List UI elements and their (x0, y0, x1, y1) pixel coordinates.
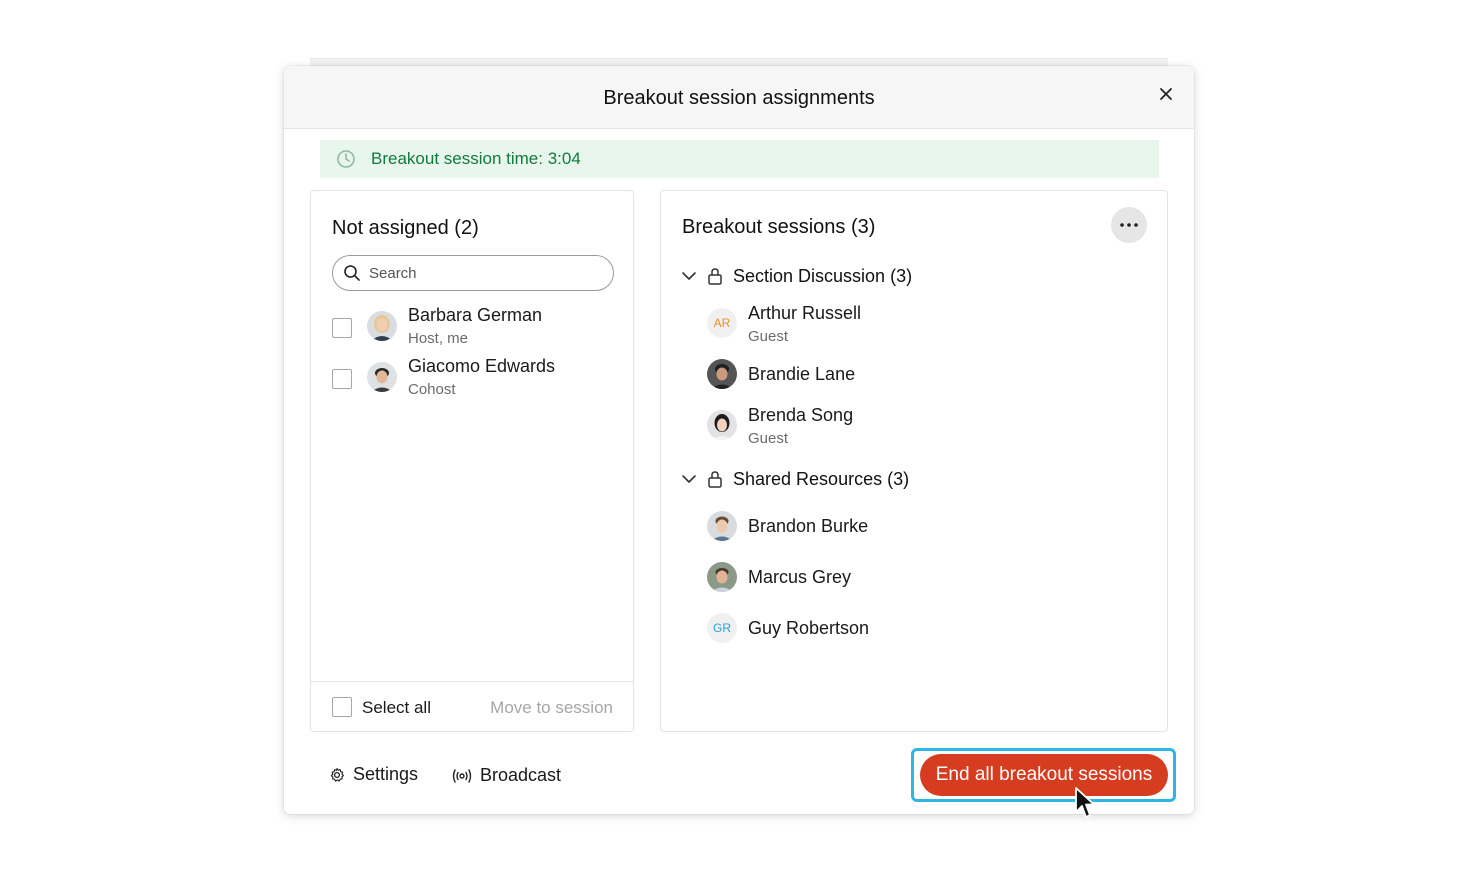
avatar: AR (707, 308, 737, 338)
settings-button[interactable]: Settings (329, 764, 418, 785)
close-icon (1160, 88, 1172, 100)
avatar-initials: GR (707, 613, 737, 643)
person-checkbox[interactable] (332, 318, 352, 338)
breakout-sessions-heading: Breakout sessions (3) (682, 216, 876, 238)
avatar (707, 410, 737, 440)
more-options-button[interactable] (1111, 207, 1147, 243)
member-name: Brandie Lane (748, 364, 856, 384)
member-name: Guy Robertson (748, 618, 870, 638)
member-name: Brenda Song (748, 405, 854, 425)
breakout-sessions-panel: Breakout sessions (3) Section Discussion… (660, 190, 1168, 732)
session-group-header[interactable]: Section Discussion (3) (681, 264, 1081, 288)
list-item[interactable]: Barbara German Host, me (332, 305, 622, 350)
search-icon (344, 265, 360, 281)
clock-icon (337, 150, 355, 168)
member-role: Guest (748, 430, 789, 447)
mouse-pointer-icon (1075, 787, 1095, 818)
search-input[interactable] (369, 264, 589, 282)
select-all-checkbox[interactable] (332, 697, 352, 717)
person-name: Barbara German (408, 305, 543, 325)
person-role: Cohost (408, 381, 456, 398)
session-timer-text: Breakout session time: 3:04 (371, 149, 581, 168)
chevron-down-icon[interactable] (681, 268, 697, 284)
selection-footer: Select all Move to session (311, 681, 633, 732)
avatar-initials: AR (707, 308, 737, 338)
broadcast-icon (452, 768, 472, 783)
person-role: Host, me (408, 330, 469, 347)
avatar (707, 562, 737, 592)
dialog-header: Breakout session assignments (284, 66, 1194, 129)
chevron-down-icon[interactable] (681, 471, 697, 487)
person-name: Giacomo Edwards (408, 356, 556, 376)
member-name: Marcus Grey (748, 567, 852, 587)
not-assigned-heading: Not assigned (2) (332, 217, 479, 239)
avatar (367, 362, 397, 392)
list-item[interactable]: Giacomo Edwards Cohost (332, 356, 622, 401)
person-checkbox[interactable] (332, 369, 352, 389)
gear-icon (330, 767, 345, 782)
select-all-label[interactable]: Select all (362, 698, 431, 718)
avatar (707, 359, 737, 389)
more-horizontal-icon (1120, 223, 1138, 227)
end-all-sessions-button[interactable]: End all breakout sessions (920, 754, 1168, 796)
session-group-name: Shared Resources (3) (733, 468, 910, 489)
member-name: Arthur Russell (748, 303, 862, 323)
avatar: GR (707, 613, 737, 643)
broadcast-label: Broadcast (480, 765, 562, 785)
close-button[interactable] (1152, 80, 1180, 108)
move-to-session-button[interactable]: Move to session (490, 698, 613, 718)
session-group-header[interactable]: Shared Resources (3) (681, 467, 1081, 491)
lock-icon (708, 268, 722, 285)
session-group-name: Section Discussion (3) (733, 265, 913, 286)
not-assigned-panel: Not assigned (2) Barbara German Host, me (310, 190, 634, 732)
breakout-assignments-dialog: Breakout session assignments Breakout se… (284, 66, 1194, 814)
member-name: Brandon Burke (748, 516, 869, 536)
avatar (707, 511, 737, 541)
session-timer-banner: Breakout session time: 3:04 (320, 140, 1159, 178)
dialog-title: Breakout session assignments (603, 87, 875, 109)
settings-label: Settings (353, 764, 419, 784)
avatar (367, 311, 397, 341)
broadcast-button[interactable]: Broadcast (452, 765, 561, 786)
lock-icon (708, 471, 722, 488)
search-box[interactable] (332, 255, 614, 291)
member-role: Guest (748, 328, 789, 345)
